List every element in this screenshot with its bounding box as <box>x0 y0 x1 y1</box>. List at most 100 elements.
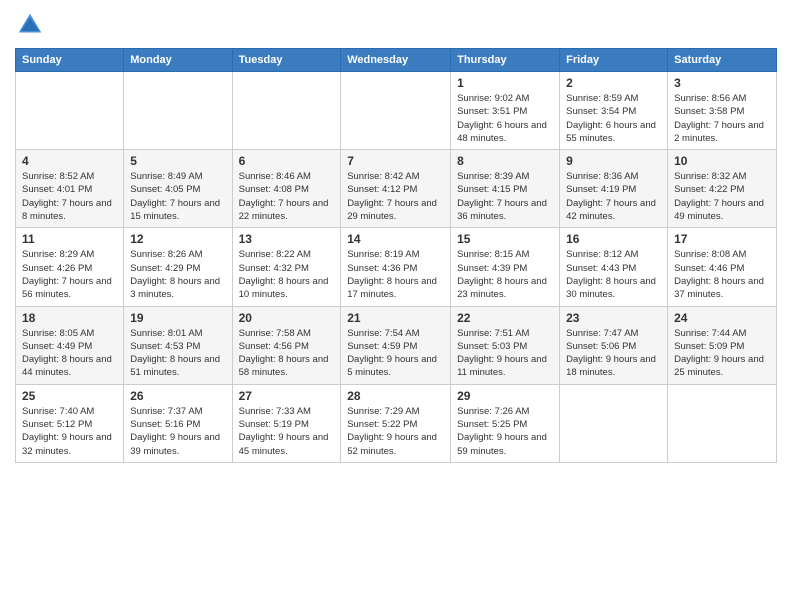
day-number: 26 <box>130 389 225 403</box>
day-info: Sunrise: 8:39 AMSunset: 4:15 PMDaylight:… <box>457 170 553 223</box>
day-number: 9 <box>566 154 661 168</box>
day-info: Sunrise: 7:26 AMSunset: 5:25 PMDaylight:… <box>457 405 553 458</box>
day-number: 2 <box>566 76 661 90</box>
page: SundayMondayTuesdayWednesdayThursdayFrid… <box>0 0 792 612</box>
day-cell: 27 Sunrise: 7:33 AMSunset: 5:19 PMDayligh… <box>232 384 341 462</box>
day-cell <box>124 72 232 150</box>
day-info: Sunrise: 8:22 AMSunset: 4:32 PMDaylight:… <box>239 248 335 301</box>
day-cell: 24Sunrise: 7:44 AMSunset: 5:09 PMDayligh… <box>668 306 777 384</box>
calendar-header-row: SundayMondayTuesdayWednesdayThursdayFrid… <box>16 49 777 72</box>
day-cell: 15 Sunrise: 8:15 AMSunset: 4:39 PMDayligh… <box>451 228 560 306</box>
day-cell <box>341 72 451 150</box>
header <box>15 10 777 40</box>
day-cell: 6 Sunrise: 8:46 AMSunset: 4:08 PMDaylight… <box>232 150 341 228</box>
day-cell: 29Sunrise: 7:26 AMSunset: 5:25 PMDayligh… <box>451 384 560 462</box>
day-number: 23 <box>566 311 661 325</box>
header-cell-wednesday: Wednesday <box>341 49 451 72</box>
day-cell: 4 Sunrise: 8:52 AMSunset: 4:01 PMDaylight… <box>16 150 124 228</box>
day-number: 14 <box>347 232 444 246</box>
week-row-2: 11 Sunrise: 8:29 AMSunset: 4:26 PMDayligh… <box>16 228 777 306</box>
day-number: 8 <box>457 154 553 168</box>
day-info: Sunrise: 7:40 AMSunset: 5:12 PMDaylight:… <box>22 405 117 458</box>
day-number: 12 <box>130 232 225 246</box>
day-info: Sunrise: 8:05 AMSunset: 4:49 PMDaylight:… <box>22 327 117 380</box>
day-info: Sunrise: 8:01 AMSunset: 4:53 PMDaylight:… <box>130 327 225 380</box>
day-cell: 25Sunrise: 7:40 AMSunset: 5:12 PMDayligh… <box>16 384 124 462</box>
day-info: Sunrise: 8:59 AMSunset: 3:54 PMDaylight:… <box>566 92 661 145</box>
day-number: 7 <box>347 154 444 168</box>
day-info: Sunrise: 8:15 AMSunset: 4:39 PMDaylight:… <box>457 248 553 301</box>
day-number: 17 <box>674 232 770 246</box>
day-number: 5 <box>130 154 225 168</box>
week-row-1: 4 Sunrise: 8:52 AMSunset: 4:01 PMDaylight… <box>16 150 777 228</box>
day-number: 10 <box>674 154 770 168</box>
day-number: 18 <box>22 311 117 325</box>
logo <box>15 10 49 40</box>
day-info: Sunrise: 8:08 AMSunset: 4:46 PMDaylight:… <box>674 248 770 301</box>
day-number: 22 <box>457 311 553 325</box>
day-number: 1 <box>457 76 553 90</box>
day-info: Sunrise: 7:37 AMSunset: 5:16 PMDaylight:… <box>130 405 225 458</box>
calendar-table: SundayMondayTuesdayWednesdayThursdayFrid… <box>15 48 777 463</box>
day-cell: 7 Sunrise: 8:42 AMSunset: 4:12 PMDaylight… <box>341 150 451 228</box>
week-row-0: 1 Sunrise: 9:02 AMSunset: 3:51 PMDaylight… <box>16 72 777 150</box>
day-info: Sunrise: 8:36 AMSunset: 4:19 PMDaylight:… <box>566 170 661 223</box>
day-number: 3 <box>674 76 770 90</box>
day-info: Sunrise: 8:42 AMSunset: 4:12 PMDaylight:… <box>347 170 444 223</box>
day-cell: 11 Sunrise: 8:29 AMSunset: 4:26 PMDayligh… <box>16 228 124 306</box>
day-number: 27 <box>239 389 335 403</box>
day-number: 21 <box>347 311 444 325</box>
header-cell-thursday: Thursday <box>451 49 560 72</box>
day-info: Sunrise: 8:46 AMSunset: 4:08 PMDaylight:… <box>239 170 335 223</box>
day-cell: 2 Sunrise: 8:59 AMSunset: 3:54 PMDaylight… <box>560 72 668 150</box>
day-cell: 17 Sunrise: 8:08 AMSunset: 4:46 PMDayligh… <box>668 228 777 306</box>
day-info: Sunrise: 8:56 AMSunset: 3:58 PMDaylight:… <box>674 92 770 145</box>
day-info: Sunrise: 9:02 AMSunset: 3:51 PMDaylight:… <box>457 92 553 145</box>
day-cell: 19 Sunrise: 8:01 AMSunset: 4:53 PMDayligh… <box>124 306 232 384</box>
day-info: Sunrise: 7:33 AMSunset: 5:19 PMDaylight:… <box>239 405 335 458</box>
day-cell: 10 Sunrise: 8:32 AMSunset: 4:22 PMDayligh… <box>668 150 777 228</box>
day-cell: 14 Sunrise: 8:19 AMSunset: 4:36 PMDayligh… <box>341 228 451 306</box>
day-cell: 8 Sunrise: 8:39 AMSunset: 4:15 PMDaylight… <box>451 150 560 228</box>
day-number: 15 <box>457 232 553 246</box>
day-number: 28 <box>347 389 444 403</box>
day-cell: 20 Sunrise: 7:58 AMSunset: 4:56 PMDayligh… <box>232 306 341 384</box>
day-cell: 1 Sunrise: 9:02 AMSunset: 3:51 PMDaylight… <box>451 72 560 150</box>
day-cell: 18 Sunrise: 8:05 AMSunset: 4:49 PMDayligh… <box>16 306 124 384</box>
day-cell: 13 Sunrise: 8:22 AMSunset: 4:32 PMDayligh… <box>232 228 341 306</box>
day-info: Sunrise: 7:29 AMSunset: 5:22 PMDaylight:… <box>347 405 444 458</box>
day-cell: 16Sunrise: 8:12 AMSunset: 4:43 PMDayligh… <box>560 228 668 306</box>
day-number: 11 <box>22 232 117 246</box>
day-number: 24 <box>674 311 770 325</box>
day-info: Sunrise: 8:26 AMSunset: 4:29 PMDaylight:… <box>130 248 225 301</box>
day-number: 13 <box>239 232 335 246</box>
header-cell-saturday: Saturday <box>668 49 777 72</box>
week-row-3: 18 Sunrise: 8:05 AMSunset: 4:49 PMDayligh… <box>16 306 777 384</box>
day-number: 20 <box>239 311 335 325</box>
header-cell-sunday: Sunday <box>16 49 124 72</box>
week-row-4: 25Sunrise: 7:40 AMSunset: 5:12 PMDayligh… <box>16 384 777 462</box>
day-number: 19 <box>130 311 225 325</box>
day-info: Sunrise: 7:51 AMSunset: 5:03 PMDaylight:… <box>457 327 553 380</box>
day-cell: 23Sunrise: 7:47 AMSunset: 5:06 PMDayligh… <box>560 306 668 384</box>
day-info: Sunrise: 8:19 AMSunset: 4:36 PMDaylight:… <box>347 248 444 301</box>
day-cell <box>232 72 341 150</box>
day-cell: 22 Sunrise: 7:51 AMSunset: 5:03 PMDayligh… <box>451 306 560 384</box>
day-cell <box>668 384 777 462</box>
header-cell-friday: Friday <box>560 49 668 72</box>
logo-icon <box>15 10 45 40</box>
day-info: Sunrise: 8:12 AMSunset: 4:43 PMDaylight:… <box>566 248 661 301</box>
day-info: Sunrise: 8:49 AMSunset: 4:05 PMDaylight:… <box>130 170 225 223</box>
day-cell: 12 Sunrise: 8:26 AMSunset: 4:29 PMDayligh… <box>124 228 232 306</box>
day-cell <box>16 72 124 150</box>
day-info: Sunrise: 7:58 AMSunset: 4:56 PMDaylight:… <box>239 327 335 380</box>
day-cell: 3 Sunrise: 8:56 AMSunset: 3:58 PMDaylight… <box>668 72 777 150</box>
day-info: Sunrise: 8:29 AMSunset: 4:26 PMDaylight:… <box>22 248 117 301</box>
day-info: Sunrise: 8:32 AMSunset: 4:22 PMDaylight:… <box>674 170 770 223</box>
day-number: 6 <box>239 154 335 168</box>
day-number: 4 <box>22 154 117 168</box>
day-cell: 21Sunrise: 7:54 AMSunset: 4:59 PMDayligh… <box>341 306 451 384</box>
day-info: Sunrise: 8:52 AMSunset: 4:01 PMDaylight:… <box>22 170 117 223</box>
day-cell <box>560 384 668 462</box>
header-cell-monday: Monday <box>124 49 232 72</box>
